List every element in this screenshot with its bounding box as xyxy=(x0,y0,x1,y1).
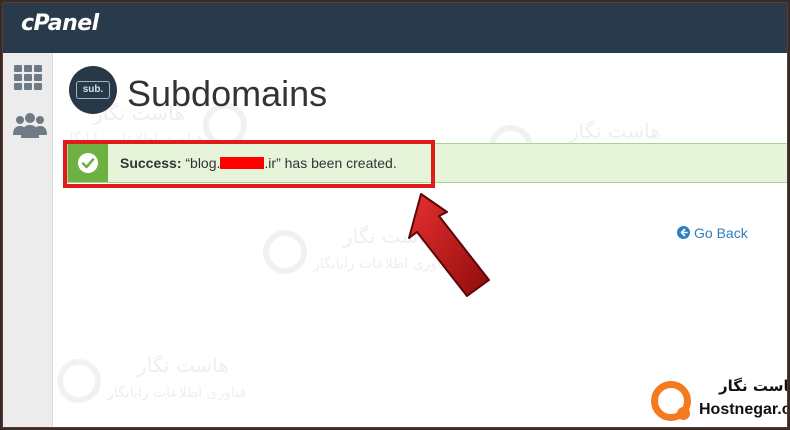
arrow-left-circle-icon xyxy=(677,226,690,239)
page-title: Subdomains xyxy=(127,73,328,114)
highlight-box xyxy=(63,140,435,188)
sidebar xyxy=(3,53,53,427)
subdomains-badge-icon: sub. xyxy=(69,66,117,114)
brand-name-fa: هاست نگار xyxy=(719,377,787,395)
go-back-label: Go Back xyxy=(694,225,748,241)
grid-icon[interactable] xyxy=(12,63,44,95)
brand-name-en: Hostnegar.com xyxy=(699,401,787,418)
hostnegar-brand: هاست نگار Hostnegar.com xyxy=(645,375,787,427)
pointer-arrow xyxy=(363,188,503,307)
go-back-link[interactable]: Go Back xyxy=(677,225,748,241)
users-icon[interactable] xyxy=(12,111,47,143)
screenshot-frame: cPanel هاست نگار فناوری اطلاعات رایانگار… xyxy=(2,2,788,428)
main-content: هاست نگار فناوری اطلاعات رایانگار هاست ن… xyxy=(53,53,787,427)
top-bar: cPanel xyxy=(3,3,787,53)
watermark: هاست نگار فناوری اطلاعات رایانگار xyxy=(57,353,297,427)
cpanel-logo[interactable]: cPanel xyxy=(21,11,99,36)
badge-label: sub. xyxy=(76,81,110,99)
hostnegar-logo-icon xyxy=(651,381,691,421)
